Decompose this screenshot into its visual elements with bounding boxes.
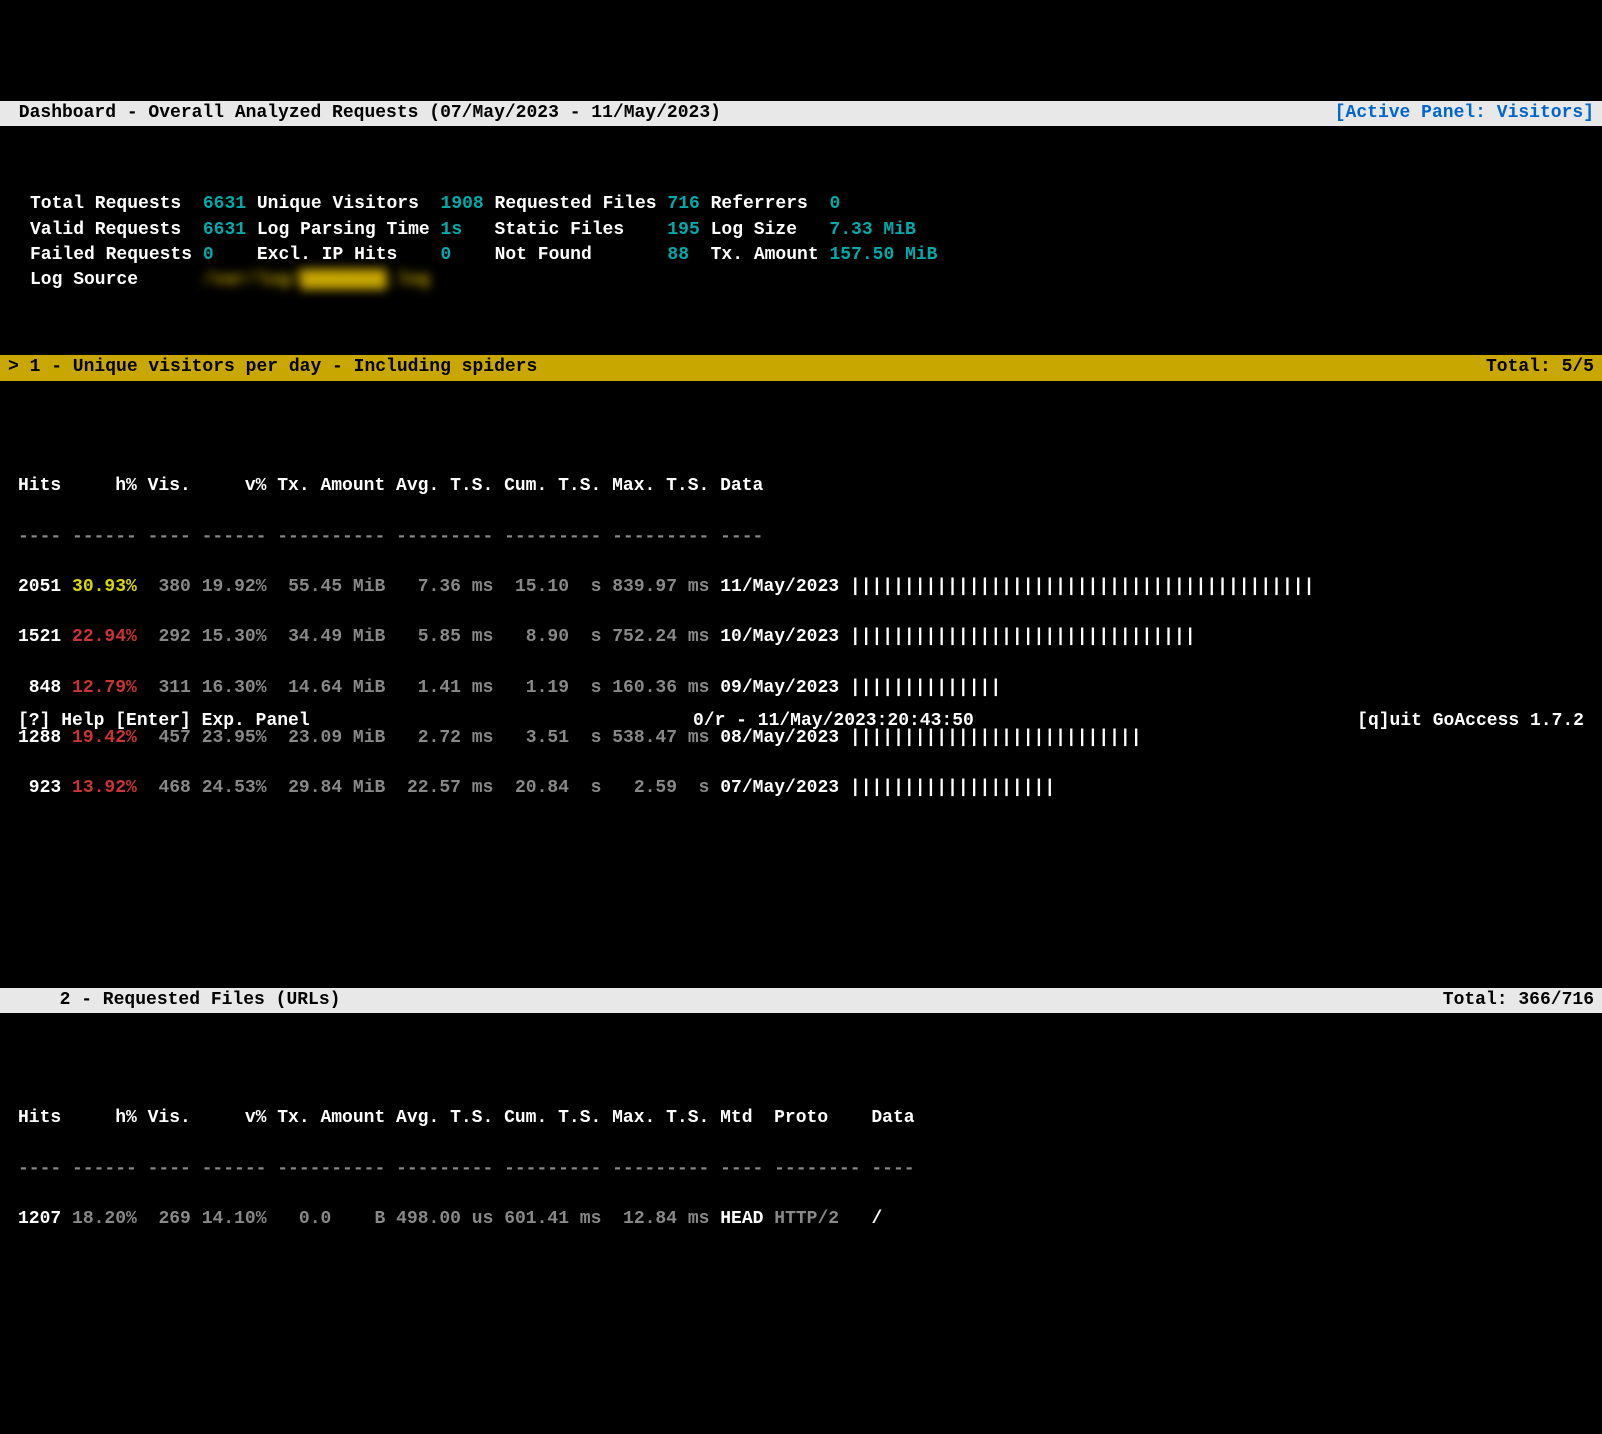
table-row[interactable]: 848 12.79% 311 16.30% 14.64 MiB 1.41 ms …: [18, 676, 1602, 701]
summary-block: Total Requests 6631 Unique Visitors 1908…: [0, 176, 1602, 305]
panel-1-total: Total: 5/5: [1486, 355, 1594, 380]
panel-2-title: 2 - Requested Files (URLs): [8, 988, 340, 1013]
log-source-label: Log Source: [30, 270, 138, 290]
excl-ip-hits-value: 0: [441, 245, 452, 265]
requested-files-value: 716: [667, 194, 699, 214]
panel-1-title: > 1 - Unique visitors per day - Includin…: [8, 355, 537, 380]
excl-ip-hits-label: Excl. IP Hits: [257, 245, 397, 265]
bar-chart-icon: ||||||||||||||||||||||||||||||||||||||||…: [850, 577, 1314, 597]
not-found-label: Not Found: [495, 245, 592, 265]
tx-amount-value: 157.50 MiB: [829, 245, 937, 265]
static-files-label: Static Files: [495, 220, 625, 240]
panel-1-separator: ---- ------ ---- ------ ---------- -----…: [18, 525, 1602, 550]
log-size-value: 7.33 MiB: [829, 220, 915, 240]
panel-2-header[interactable]: 2 - Requested Files (URLs) Total: 366/71…: [0, 988, 1602, 1013]
header-bar: Dashboard - Overall Analyzed Requests (0…: [0, 101, 1602, 126]
active-panel-indicator: [Active Panel: Visitors]: [1335, 101, 1594, 126]
dashboard-title: Dashboard - Overall Analyzed Requests (0…: [8, 101, 721, 126]
panel-2-table: Hits h% Vis. v% Tx. Amount Avg. T.S. Cum…: [0, 1063, 1602, 1257]
table-row[interactable]: 923 13.92% 468 24.53% 29.84 MiB 22.57 ms…: [18, 776, 1602, 801]
footer-help[interactable]: [?] Help [Enter] Exp. Panel: [18, 709, 310, 734]
log-size-label: Log Size: [711, 220, 797, 240]
failed-requests-value: 0: [203, 245, 214, 265]
panel-1-table: Hits h% Vis. v% Tx. Amount Avg. T.S. Cum…: [0, 431, 1602, 827]
panel-1-header[interactable]: > 1 - Unique visitors per day - Includin…: [0, 355, 1602, 380]
table-row[interactable]: 2051 30.93% 380 19.92% 55.45 MiB 7.36 ms…: [18, 575, 1602, 600]
table-row[interactable]: 1207 18.20% 269 14.10% 0.0 B 498.00 us 6…: [18, 1207, 1602, 1232]
log-source-value: /var/log/████████.log: [203, 270, 430, 290]
bar-chart-icon: ||||||||||||||||||||||||||||||||: [850, 627, 1196, 647]
footer-quit[interactable]: [q]uit GoAccess 1.7.2: [1357, 709, 1584, 734]
total-requests-value: 6631: [203, 194, 246, 214]
failed-requests-label: Failed Requests: [30, 245, 192, 265]
bar-chart-icon: ||||||||||||||: [850, 678, 1001, 698]
log-parsing-time-label: Log Parsing Time: [257, 220, 430, 240]
total-requests-label: Total Requests: [30, 194, 181, 214]
bar-chart-icon: |||||||||||||||||||: [850, 778, 1055, 798]
requested-files-label: Requested Files: [495, 194, 657, 214]
valid-requests-label: Valid Requests: [30, 220, 181, 240]
panel-1-columns: Hits h% Vis. v% Tx. Amount Avg. T.S. Cum…: [18, 474, 1602, 499]
footer-bar: [?] Help [Enter] Exp. Panel 0/r - 11/May…: [18, 709, 1584, 734]
panel-2-columns: Hits h% Vis. v% Tx. Amount Avg. T.S. Cum…: [18, 1106, 1602, 1131]
table-row[interactable]: 1521 22.94% 292 15.30% 34.49 MiB 5.85 ms…: [18, 625, 1602, 650]
referrers-value: 0: [829, 194, 840, 214]
footer-status: 0/r - 11/May/2023:20:43:50: [693, 709, 974, 734]
not-found-value: 88: [667, 245, 689, 265]
tx-amount-label: Tx. Amount: [711, 245, 819, 265]
static-files-value: 195: [667, 220, 699, 240]
panel-2-total: Total: 366/716: [1443, 988, 1594, 1013]
panel-2-separator: ---- ------ ---- ------ ---------- -----…: [18, 1157, 1602, 1182]
unique-visitors-label: Unique Visitors: [257, 194, 419, 214]
unique-visitors-value: 1908: [441, 194, 484, 214]
valid-requests-value: 6631: [203, 220, 246, 240]
log-parsing-time-value: 1s: [441, 220, 463, 240]
referrers-label: Referrers: [711, 194, 808, 214]
